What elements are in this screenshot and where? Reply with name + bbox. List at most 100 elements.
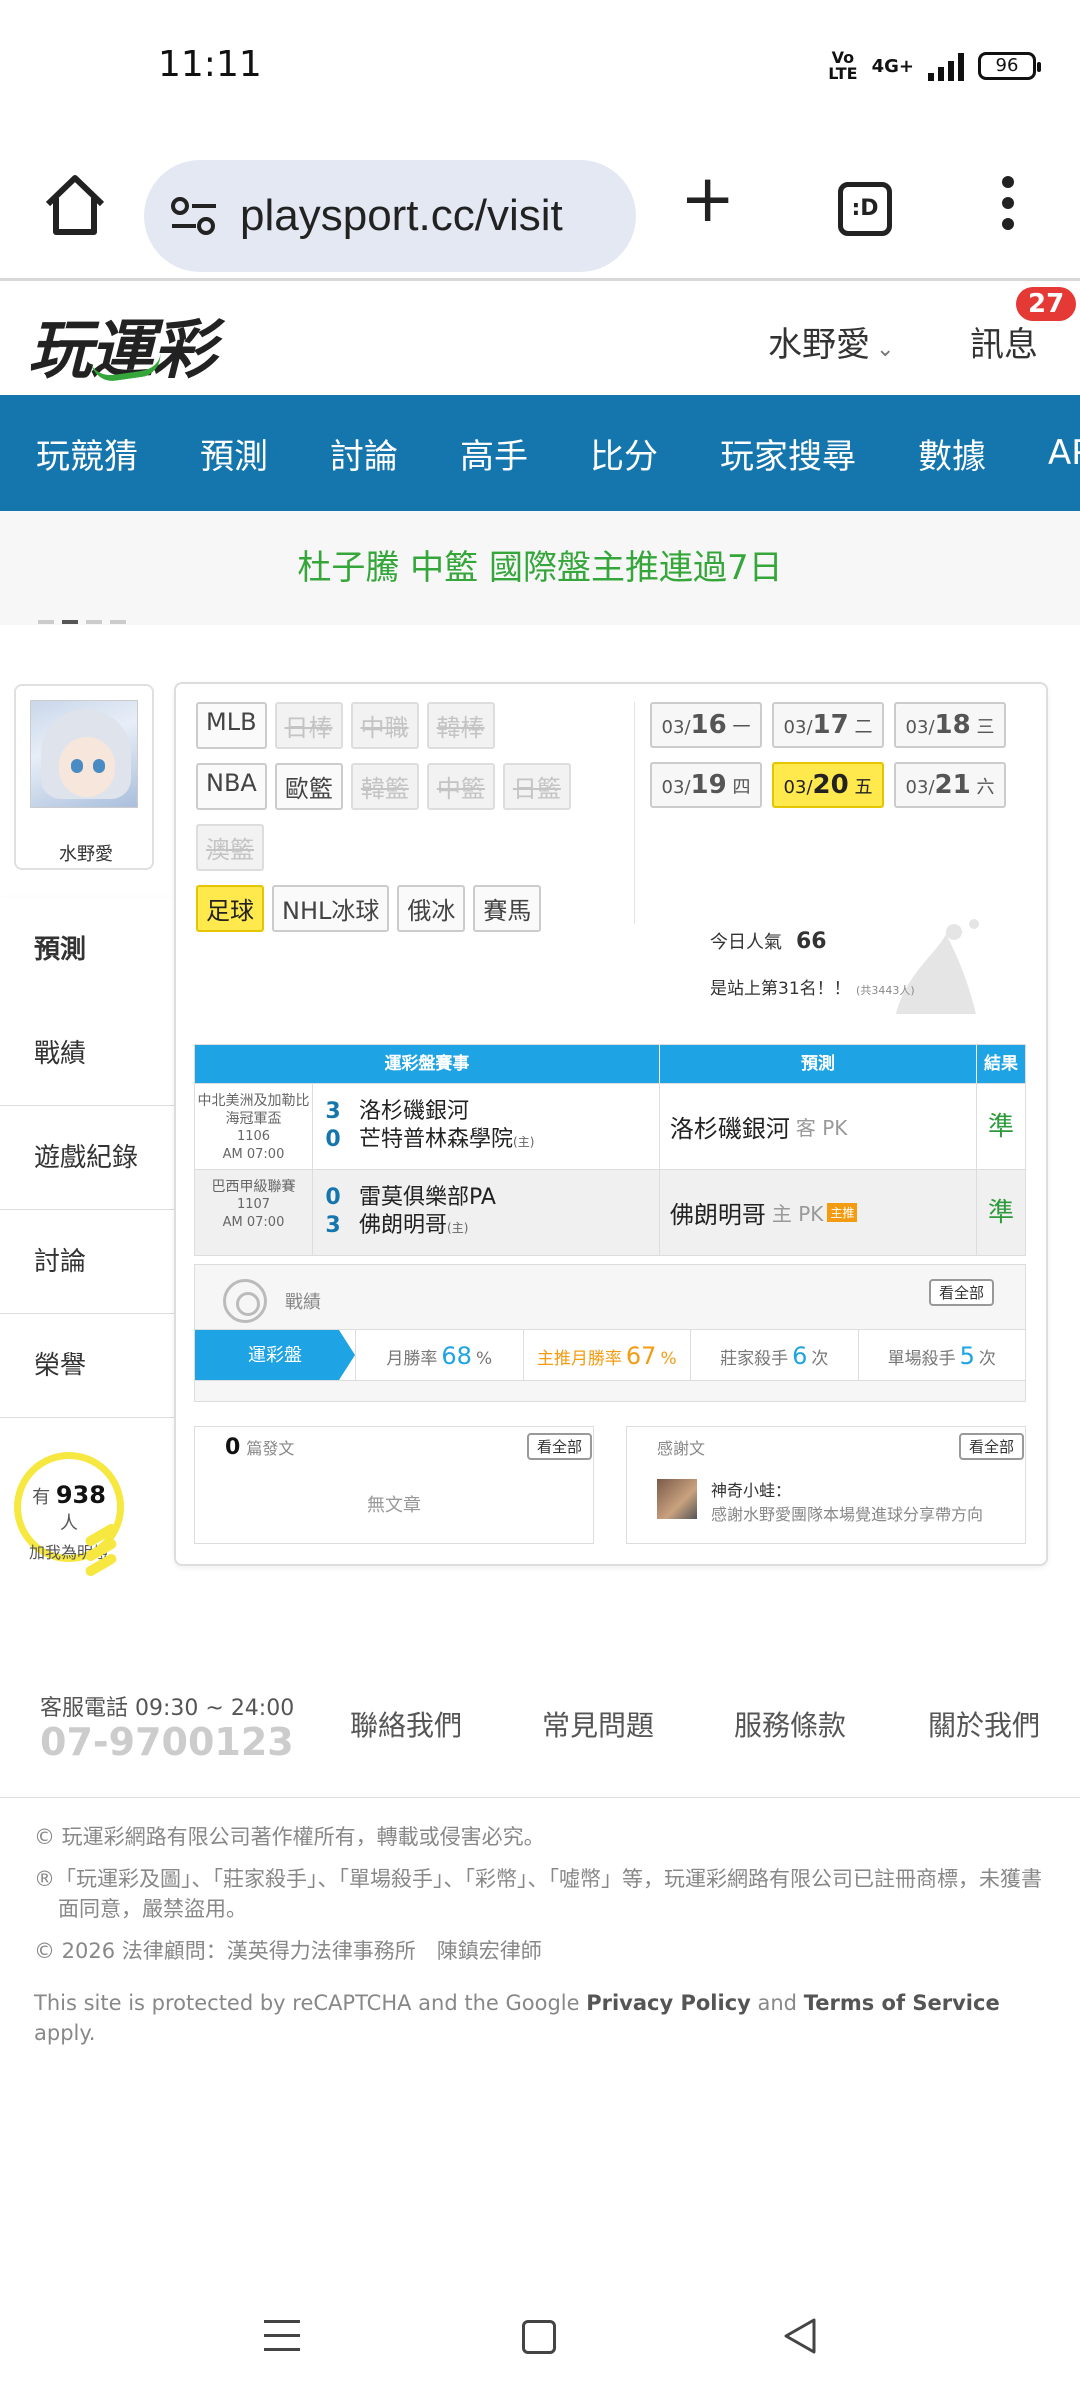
stat-cell: 莊家殺手 6 次	[690, 1330, 858, 1380]
avatar[interactable]	[30, 700, 138, 808]
record-view-all-button[interactable]: 看全部	[929, 1279, 995, 1306]
match-time: AM 07:00	[222, 1215, 285, 1230]
back-icon[interactable]	[780, 2316, 820, 2356]
cs-phone[interactable]: 07-9700123	[40, 1720, 294, 1764]
footer-link-about[interactable]: 關於我們	[928, 1704, 1040, 1744]
date-button[interactable]: 03/19 四	[650, 762, 762, 808]
footer-link-contact[interactable]: 聯絡我們	[350, 1704, 462, 1744]
nav-item-app[interactable]: APP	[1012, 433, 1080, 473]
date-month: 03/	[783, 717, 813, 738]
more-vert-icon[interactable]	[998, 176, 1018, 236]
fans-suffix: 人	[60, 1513, 78, 1534]
date-day: 16	[690, 710, 727, 740]
side-item-predict[interactable]: 預測	[0, 898, 174, 1002]
date-weekday: 三	[976, 717, 995, 738]
stats-category-tab[interactable]: 運彩盤	[195, 1330, 355, 1380]
league-tag: 中籃	[426, 763, 495, 810]
table-row[interactable]: 巴西甲級聯賽 1107 AM 07:00 0 3 雷莫俱樂部PA 佛朗明哥(主) 佛朗明哥主 …	[195, 1169, 1025, 1255]
popularity-value: 66	[796, 929, 827, 954]
nav-item-discuss[interactable]: 討論	[294, 429, 398, 478]
nav-item-experts[interactable]: 高手	[424, 429, 528, 478]
site-settings-icon[interactable]	[170, 196, 218, 236]
thanks-view-all-button[interactable]: 看全部	[959, 1433, 1025, 1460]
messages-link[interactable]: 訊息	[970, 317, 1038, 366]
username-label: 水野愛	[768, 325, 870, 365]
team-home[interactable]: 芒特普林森學院	[359, 1127, 513, 1152]
league-tag[interactable]: 歐籃	[274, 763, 343, 810]
th-match: 運彩盤賽事	[195, 1045, 660, 1083]
score-cell: 03	[313, 1170, 353, 1255]
date-button[interactable]: 03/17 二	[772, 702, 884, 748]
league-name: 中北美洲及加勒比海冠軍盃	[197, 1093, 310, 1127]
chevron-down-icon: ⌄	[876, 337, 895, 362]
league-tag[interactable]: 俄冰	[397, 885, 466, 932]
team-home[interactable]: 佛朗明哥	[359, 1213, 447, 1238]
banner-pager	[38, 620, 126, 624]
date-button[interactable]: 03/18 三	[894, 702, 1006, 748]
footer-contact: 客服電話 09:30 ~ 24:00 07-9700123 聯絡我們 常見問題 …	[0, 1680, 1080, 1800]
posts-box: 0 篇發文 看全部 無文章	[194, 1426, 594, 1544]
date-day: 21	[934, 770, 971, 800]
table-row[interactable]: 中北美洲及加勒比海冠軍盃 1106 AM 07:00 3 0 洛杉磯銀河 芒特普林森學院(主…	[195, 1083, 1025, 1169]
nav-item-data[interactable]: 數據	[882, 429, 986, 478]
thanks-author[interactable]: 神奇小蛙：	[711, 1477, 791, 1501]
date-weekday: 一	[732, 717, 751, 738]
pick-side: 客 PK	[795, 1116, 848, 1140]
profile-name: 水野愛	[59, 844, 113, 865]
new-tab-button[interactable]: +	[680, 164, 735, 234]
side-item-record[interactable]: 戰績	[0, 1002, 174, 1106]
url-text[interactable]: playsport.cc/visit	[240, 191, 563, 241]
address-bar[interactable]: playsport.cc/visit	[144, 160, 636, 272]
league-tag[interactable]: MLB	[196, 702, 267, 749]
recent-apps-icon[interactable]	[264, 2320, 300, 2362]
pick-team: 洛杉磯銀河	[669, 1115, 790, 1143]
thanks-author-avatar[interactable]	[657, 1479, 697, 1519]
privacy-policy-link[interactable]: Privacy Policy	[586, 1991, 751, 2015]
posts-label: 篇發文	[246, 1439, 295, 1458]
date-month: 03/	[661, 777, 691, 798]
nav-item-player-search[interactable]: 玩家搜尋	[684, 429, 856, 478]
match-time: AM 07:00	[222, 1147, 285, 1162]
footer-link-terms[interactable]: 服務條款	[734, 1704, 846, 1744]
team-away[interactable]: 雷莫俱樂部PA	[359, 1184, 496, 1212]
date-day: 17	[812, 710, 849, 740]
posts-view-all-button[interactable]: 看全部	[527, 1433, 593, 1460]
league-tag[interactable]: NHL冰球	[272, 885, 390, 932]
system-nav-bar	[0, 2300, 1080, 2400]
league-tag: 韓棒	[426, 702, 495, 749]
home-nav-icon[interactable]	[522, 2320, 556, 2354]
match-cell: 中北美洲及加勒比海冠軍盃 1106 AM 07:00 3 0 洛杉磯銀河 芒特普林森學院(主…	[195, 1084, 660, 1169]
nav-item-scores[interactable]: 比分	[554, 429, 658, 478]
footer-link-faq[interactable]: 常見問題	[542, 1704, 654, 1744]
record-title: 戰績	[285, 1292, 321, 1313]
profile-card: 水野愛	[14, 684, 154, 870]
home-tag: (主)	[513, 1135, 535, 1149]
stat-value: 5	[959, 1342, 975, 1370]
league-tag[interactable]: NBA	[196, 763, 267, 810]
home-icon[interactable]	[40, 170, 110, 240]
promo-banner[interactable]: 杜子騰 中籃 國際盤主推連過7日	[0, 511, 1080, 625]
th-result: 結果	[984, 1054, 1019, 1074]
team-away[interactable]: 洛杉磯銀河	[359, 1098, 534, 1126]
stat-value: 67	[625, 1342, 657, 1370]
user-menu[interactable]: 水野愛 ⌄	[768, 317, 894, 366]
nav-item-predict[interactable]: 預測	[164, 429, 268, 478]
captcha-text-and: and	[750, 1991, 804, 2015]
league-tag[interactable]: 賽馬	[473, 885, 542, 932]
side-item-discuss[interactable]: 討論	[0, 1210, 174, 1314]
date-button[interactable]: 03/16 一	[650, 702, 762, 748]
nav-item-guess[interactable]: 玩競猜	[0, 429, 138, 478]
thanks-text[interactable]: 感謝水野愛團隊本場覺進球分享帶方向	[711, 1501, 983, 1525]
terms-link[interactable]: Terms of Service	[804, 1991, 1000, 2015]
match-cell: 巴西甲級聯賽 1107 AM 07:00 0 3 雷莫俱樂部PA 佛朗明哥(主)	[195, 1170, 660, 1255]
network-type: 4G+	[871, 55, 914, 77]
side-item-game-log[interactable]: 遊戲紀錄	[0, 1106, 174, 1210]
date-button[interactable]: 03/20 五	[772, 762, 884, 808]
tab-switcher-button[interactable]: :D	[838, 182, 892, 236]
side-item-honor[interactable]: 榮譽	[0, 1314, 174, 1418]
panel-divider	[634, 702, 635, 924]
league-tag[interactable]: 足球	[196, 885, 264, 932]
date-day: 19	[690, 770, 727, 800]
date-button[interactable]: 03/21 六	[894, 762, 1006, 808]
thanks-box: 感謝文 看全部 神奇小蛙： 感謝水野愛團隊本場覺進球分享帶方向	[626, 1426, 1026, 1544]
